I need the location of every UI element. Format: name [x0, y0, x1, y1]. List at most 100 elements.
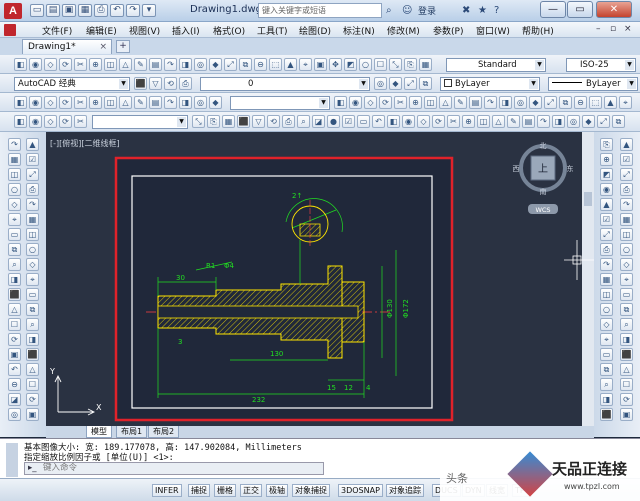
render-tool-icon[interactable]: ◇	[364, 96, 377, 109]
render-tool-icon[interactable]: △	[119, 96, 132, 109]
color-select[interactable]: ByLayer ▼	[440, 77, 540, 91]
help-icon[interactable]: ?	[494, 3, 499, 18]
draw-tool-icon[interactable]: ⧉	[8, 243, 21, 256]
standard-tool-icon[interactable]: ↷	[164, 58, 177, 71]
standard-tool-icon[interactable]: ▦	[419, 58, 432, 71]
render-tool-icon[interactable]: ▤	[469, 96, 482, 109]
standard-tool-icon[interactable]: ◎	[194, 58, 207, 71]
draw-tool-icon[interactable]: ⌕	[8, 258, 21, 271]
draw-tool-icon[interactable]: ▦	[8, 153, 21, 166]
modeling-tool-icon[interactable]: ◪	[312, 115, 325, 128]
layer-tool-icon[interactable]: ⧉	[419, 77, 432, 90]
menu-app-icon[interactable]	[4, 24, 16, 36]
render-tool-icon[interactable]: ⊖	[574, 96, 587, 109]
minimize-button[interactable]: —	[540, 1, 566, 18]
render-tool-icon[interactable]: ✎	[454, 96, 467, 109]
standard-tool-icon[interactable]: △	[119, 58, 132, 71]
modeling-tool-icon[interactable]: ◧	[14, 115, 27, 128]
modeling-tool-icon[interactable]: ◨	[552, 115, 565, 128]
tab-model[interactable]: 模型	[86, 426, 112, 438]
draw-tool-icon[interactable]: ⬛	[26, 348, 39, 361]
modeling-tool-icon[interactable]: ⎙	[282, 115, 295, 128]
workspace-select[interactable]: AutoCAD 经典 ▼	[14, 77, 130, 91]
layer-tool-icon[interactable]: ⬛	[134, 77, 147, 90]
modify-tool-icon[interactable]: ⎙	[620, 183, 633, 196]
modeling-tool-icon[interactable]: ✎	[507, 115, 520, 128]
render-tool-icon[interactable]: ◨	[499, 96, 512, 109]
standard-tool-icon[interactable]: ▲	[284, 58, 297, 71]
render-tool-icon[interactable]: ⬚	[589, 96, 602, 109]
modify-tool-icon[interactable]: ⌖	[620, 273, 633, 286]
modeling-tool-icon[interactable]: ✂	[447, 115, 460, 128]
menu-minimize-icon[interactable]: –	[596, 24, 601, 34]
render-tool-icon[interactable]: ◫	[104, 96, 117, 109]
draw-tool-icon[interactable]: ◨	[26, 333, 39, 346]
standard-tool-icon[interactable]: ⊕	[89, 58, 102, 71]
draw-tool-icon[interactable]: △	[8, 303, 21, 316]
draw-tool-icon[interactable]: ⬛	[8, 288, 21, 301]
render-tool-icon[interactable]: ⊕	[409, 96, 422, 109]
star-icon[interactable]: ★	[478, 3, 487, 18]
modify-tool-icon[interactable]: ▲	[600, 198, 613, 211]
modeling-tool-icon[interactable]: ☑	[342, 115, 355, 128]
modify-tool-icon[interactable]: ◩	[600, 168, 613, 181]
status-toggle[interactable]: 捕捉	[188, 484, 210, 497]
layer-tool-icon[interactable]: ◆	[389, 77, 402, 90]
draw-tool-icon[interactable]: ◎	[8, 408, 21, 421]
modeling-tool-icon[interactable]: ◇	[44, 115, 57, 128]
render-tool-icon[interactable]: ⧉	[559, 96, 572, 109]
render-tool-icon[interactable]: ▲	[604, 96, 617, 109]
modify-tool-icon[interactable]: ◨	[600, 393, 613, 406]
draw-tool-icon[interactable]: ⟳	[26, 393, 39, 406]
menu-draw[interactable]: 绘图(D)	[299, 24, 331, 37]
menu-format[interactable]: 格式(O)	[213, 24, 245, 37]
user-icon[interactable]: ☺	[402, 3, 412, 18]
modeling-tool-icon[interactable]: ▭	[357, 115, 370, 128]
modeling-tool-icon[interactable]: ⤡	[192, 115, 205, 128]
status-toggle[interactable]: 栅格	[214, 484, 236, 497]
render-tool-icon[interactable]: ◆	[529, 96, 542, 109]
modify-tool-icon[interactable]: ▲	[620, 138, 633, 151]
draw-tool-icon[interactable]: ⊖	[8, 378, 21, 391]
menu-modify[interactable]: 修改(M)	[387, 24, 420, 37]
render-tool-icon[interactable]: ⊕	[89, 96, 102, 109]
standard-tool-icon[interactable]: ⌖	[299, 58, 312, 71]
search-input[interactable]: 键入关键字或短语	[258, 3, 382, 18]
modeling-tool-icon[interactable]: ⟳	[59, 115, 72, 128]
modeling-tool-icon[interactable]: ⟳	[432, 115, 445, 128]
maximize-button[interactable]: ▭	[567, 1, 593, 18]
document-tab-close-icon[interactable]: ×	[99, 40, 107, 54]
render-tool-icon[interactable]: ◧	[334, 96, 347, 109]
standard-tool-icon[interactable]: ✥	[329, 58, 342, 71]
standard-tool-icon[interactable]: ⊖	[254, 58, 267, 71]
modify-tool-icon[interactable]: ⌕	[600, 378, 613, 391]
document-tab[interactable]: Drawing1* ×	[22, 39, 112, 54]
modify-tool-icon[interactable]: ⎘	[600, 138, 613, 151]
draw-tool-icon[interactable]: ⎙	[26, 183, 39, 196]
modify-tool-icon[interactable]: ◫	[600, 288, 613, 301]
standard-tool-icon[interactable]: ▤	[149, 58, 162, 71]
render-tool-icon[interactable]: ⟳	[379, 96, 392, 109]
draw-tool-icon[interactable]: ↷	[26, 198, 39, 211]
draw-tool-icon[interactable]: ◇	[26, 258, 39, 271]
modify-tool-icon[interactable]: ▦	[620, 213, 633, 226]
standard-tool-icon[interactable]: ⬚	[269, 58, 282, 71]
command-grip[interactable]	[6, 443, 18, 477]
login-button[interactable]: 登录	[418, 4, 436, 17]
draw-tool-icon[interactable]: ▦	[26, 213, 39, 226]
linetype-select[interactable]: ByLayer ▼	[548, 77, 638, 91]
menu-restore-icon[interactable]: ▫	[610, 24, 616, 34]
modify-tool-icon[interactable]: ○	[600, 303, 613, 316]
open-file-icon[interactable]: ▤	[46, 4, 60, 17]
modeling-tool-icon[interactable]: ◉	[402, 115, 415, 128]
standard-tool-icon[interactable]: ◨	[179, 58, 192, 71]
status-toggle[interactable]: 对象捕捉	[292, 484, 330, 497]
menu-insert[interactable]: 插入(I)	[172, 24, 200, 37]
modeling-tool-icon[interactable]: ⎘	[207, 115, 220, 128]
named-view-select[interactable]: ▼	[92, 115, 188, 129]
modeling-tool-icon[interactable]: ✂	[74, 115, 87, 128]
render-tool-icon[interactable]: ⟳	[59, 96, 72, 109]
modify-tool-icon[interactable]: ☐	[620, 378, 633, 391]
standard-tool-icon[interactable]: ⎘	[404, 58, 417, 71]
modify-tool-icon[interactable]: ⊕	[600, 153, 613, 166]
